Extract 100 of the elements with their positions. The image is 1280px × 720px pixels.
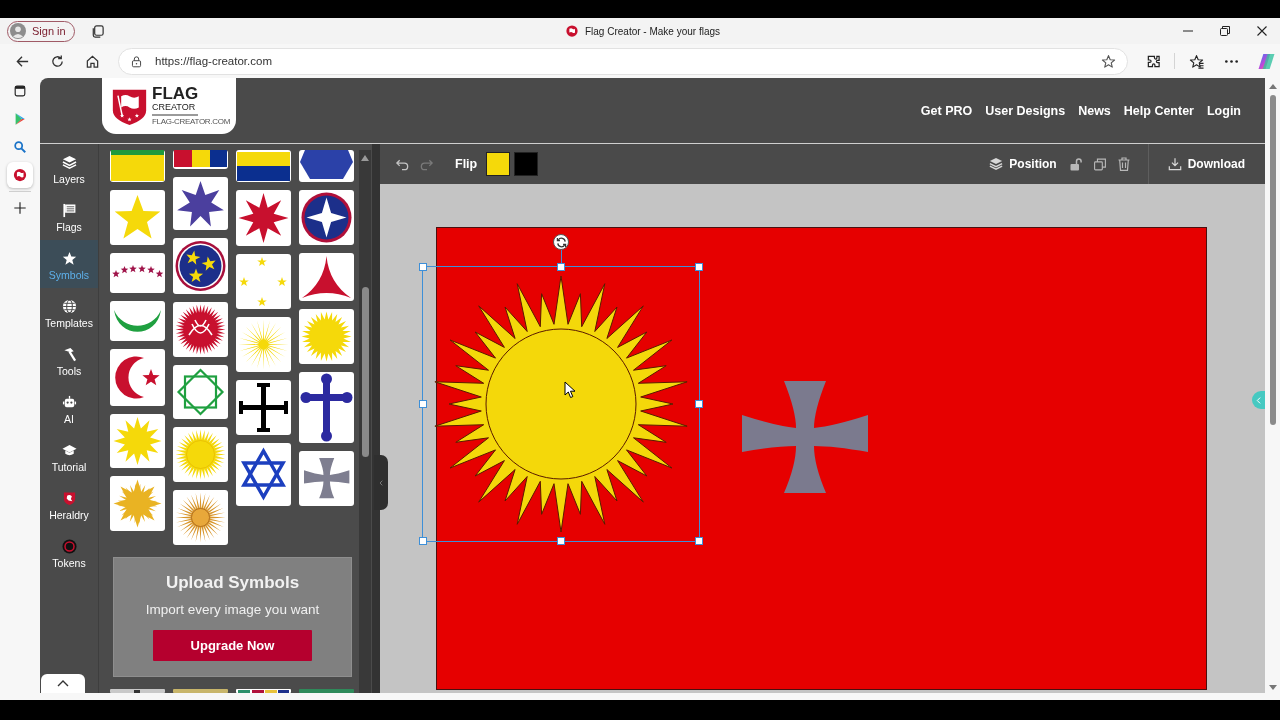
cross-icon[interactable]	[299, 372, 354, 443]
color-swatch[interactable]	[486, 152, 511, 176]
star-outline-icon	[1100, 53, 1116, 69]
star-icon	[61, 251, 77, 266]
address-field[interactable]: https://flag-creator.com	[118, 47, 1128, 75]
site-favicon-icon	[565, 25, 578, 37]
favorites-icon	[1188, 53, 1204, 69]
resize-handle[interactable]	[694, 399, 703, 408]
avatar-icon	[10, 23, 26, 39]
download-button[interactable]: Download	[1167, 152, 1245, 176]
star-row-icon[interactable]	[110, 253, 165, 293]
layers-icon	[989, 157, 1004, 171]
globe-icon	[61, 299, 77, 314]
layers-icon	[61, 155, 77, 170]
crescent-icon[interactable]	[110, 301, 165, 341]
resize-handle[interactable]	[694, 536, 703, 545]
workspaces-icon	[90, 23, 106, 39]
sun-icon[interactable]	[173, 490, 228, 545]
scroll-up-arrow-icon[interactable]	[361, 155, 369, 161]
token-icon	[61, 539, 77, 554]
nav-link[interactable]: Login	[1207, 103, 1241, 118]
rotate-handle[interactable]	[553, 234, 569, 250]
shield-flag-icon	[111, 87, 148, 125]
home-icon	[84, 53, 100, 69]
search-icon	[13, 140, 27, 154]
puzzle-icon	[1145, 53, 1161, 69]
resize-handle[interactable]	[694, 262, 703, 271]
upgrade-button[interactable]: Upgrade Now	[153, 630, 312, 661]
flag-app-icon	[13, 168, 27, 182]
unlocked-padlock-icon	[1069, 157, 1082, 171]
radiant-sun-icon[interactable]	[173, 302, 228, 357]
favorite-button[interactable]	[1099, 52, 1117, 70]
resize-handle[interactable]	[556, 536, 565, 545]
sidebar-tab[interactable]: Tutorial	[40, 432, 98, 480]
logo[interactable]: FLAG CREATOR FLAG-CREATOR.COM	[102, 78, 237, 134]
tab-title: Flag Creator - Make your flags	[584, 25, 721, 37]
minimize-icon	[1182, 30, 1193, 32]
profile-button[interactable]: Sign in	[7, 20, 75, 42]
restore-icon	[1219, 26, 1230, 36]
sidebar-tab[interactable]: Symbols	[40, 240, 98, 288]
mouse-pointer-icon	[564, 381, 576, 399]
sidebar-tab[interactable]: Flags	[40, 192, 98, 240]
collapse-panel-button[interactable]	[374, 455, 388, 510]
flag-symbol-icon[interactable]	[110, 150, 165, 182]
scrollbar-thumb[interactable]	[361, 287, 369, 457]
scroll-down-arrow-icon[interactable]	[1268, 685, 1277, 690]
logo-domain: FLAG-CREATOR.COM	[152, 117, 231, 126]
scrollbar-thumb[interactable]	[1269, 95, 1276, 425]
partial-symbol-icon[interactable]	[110, 689, 165, 693]
color-swatch[interactable]	[514, 152, 539, 176]
nav-link[interactable]: Get PRO	[920, 103, 973, 118]
sidebar-tab[interactable]: Tokens	[40, 528, 98, 576]
bicolor-flag-icon[interactable]	[236, 150, 291, 182]
address-text: https://flag-creator.com	[155, 55, 272, 67]
resize-handle[interactable]	[418, 399, 427, 408]
four-point-star-emblem-icon[interactable]	[299, 190, 354, 245]
sidebar-tab[interactable]: AI	[40, 384, 98, 432]
shield-icon	[61, 491, 77, 506]
chevron-left-icon	[1256, 396, 1261, 404]
sidebar-tab[interactable]: Heraldry	[40, 480, 98, 528]
scroll-up-arrow-icon[interactable]	[1268, 84, 1277, 89]
panel-scrollbar[interactable]	[359, 150, 371, 693]
sidebar-tab[interactable]: Layers	[40, 144, 98, 192]
tricolor-flag-icon[interactable]	[173, 150, 228, 169]
position-button[interactable]: Position	[989, 152, 1057, 176]
download-icon	[1167, 157, 1182, 171]
curved-triangle-icon[interactable]	[299, 253, 354, 301]
copy-icon	[1093, 157, 1106, 171]
assistant-logo-icon	[1257, 52, 1275, 70]
scroll-top-button[interactable]	[41, 674, 85, 693]
resize-handle[interactable]	[418, 262, 427, 271]
plus-icon	[13, 201, 27, 215]
cross-icon[interactable]	[236, 380, 291, 435]
nav-link[interactable]: Help Center	[1123, 103, 1194, 118]
octagon-icon[interactable]	[299, 150, 354, 182]
partial-symbol-icon[interactable]	[236, 689, 291, 693]
back-arrow-icon	[14, 53, 30, 69]
eight-point-star-icon[interactable]	[236, 190, 291, 246]
four-stars-icon[interactable]	[236, 254, 291, 309]
flip-button[interactable]: Flip	[455, 152, 478, 176]
sidebar-tab[interactable]: Tools	[40, 336, 98, 384]
resize-handle[interactable]	[418, 536, 427, 545]
play-triangle-icon	[13, 112, 27, 126]
upload-description: Import every image you want	[145, 601, 320, 619]
lock-icon	[130, 54, 143, 68]
robot-icon	[61, 395, 77, 410]
tabs-icon	[13, 84, 27, 98]
nav-link[interactable]: News	[1078, 103, 1111, 118]
sidebar-app-button[interactable]	[7, 162, 33, 188]
sidebar-tab[interactable]: Templates	[40, 288, 98, 336]
close-icon	[1256, 26, 1267, 36]
rotate-icon	[555, 236, 567, 248]
three-star-emblem-icon[interactable]	[173, 238, 228, 294]
upload-title: Upload Symbols	[165, 572, 300, 594]
nav-link[interactable]: User Designs	[985, 103, 1066, 118]
graduation-cap-icon	[61, 443, 77, 458]
octagram-icon[interactable]	[173, 365, 228, 419]
trash-icon	[1117, 157, 1130, 171]
resize-handle[interactable]	[556, 262, 565, 271]
flag-icon	[61, 203, 77, 218]
